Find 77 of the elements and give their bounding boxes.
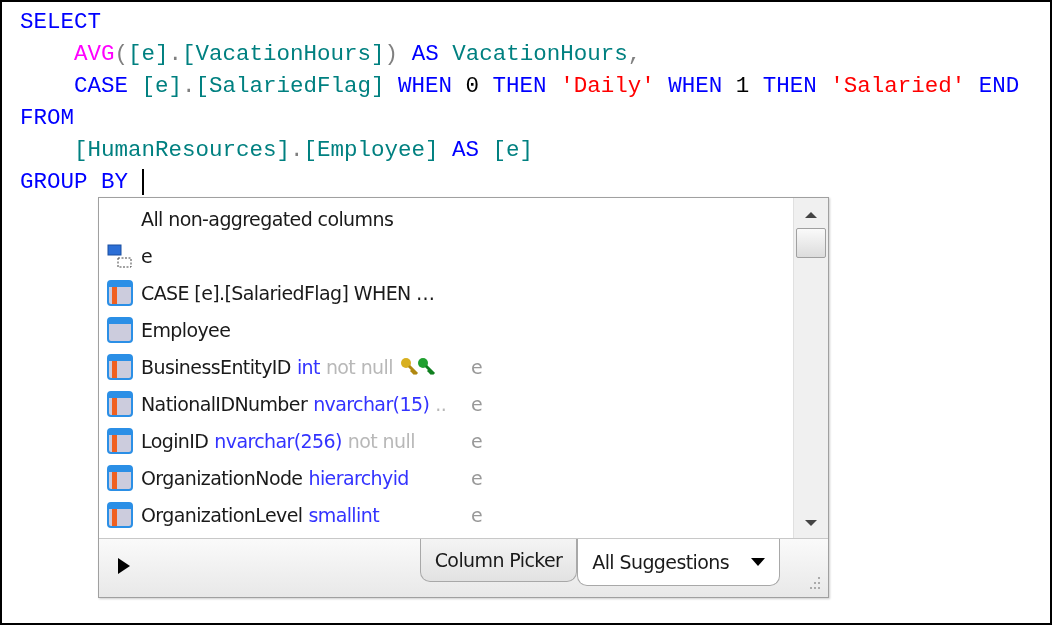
suggestion-tab[interactable]: Column Picker — [419, 539, 578, 582]
code-token: THEN — [761, 72, 818, 101]
suggestion-item[interactable]: BusinessEntityID int not null e — [99, 348, 793, 385]
data-type: nvarchar(256) — [214, 429, 342, 452]
data-type: nvarchar(15) — [313, 392, 430, 415]
suggestion-tab[interactable]: All Suggestions — [577, 539, 780, 586]
suggestion-item[interactable]: e — [99, 237, 793, 274]
code-token: 'Salaried' — [830, 72, 966, 101]
code-token: [e] — [128, 40, 169, 69]
scroll-down-icon[interactable] — [804, 518, 818, 528]
code-token: AVG — [74, 40, 115, 69]
suggestion-item[interactable]: Employee — [99, 311, 793, 348]
code-token: [SalariedFlag] — [195, 72, 385, 101]
code-token: . — [290, 136, 304, 165]
scrollbar[interactable] — [793, 198, 828, 538]
code-token: , — [627, 40, 642, 69]
code-token: . — [182, 72, 196, 101]
data-type: int — [296, 355, 320, 378]
code-token: ) — [384, 40, 399, 69]
code-token: WHEN — [397, 72, 454, 101]
code-token: 0 — [465, 72, 480, 101]
scroll-up-icon[interactable] — [804, 210, 818, 220]
source-alias: e — [471, 355, 483, 378]
column-icon — [107, 390, 133, 417]
code-token: [HumanResources] — [74, 136, 291, 165]
code-token: GROUP BY — [20, 168, 130, 197]
code-token: ( — [114, 40, 129, 69]
suggestion-item[interactable]: LoginID nvarchar(256) not null e — [99, 422, 793, 459]
code-token: AS — [451, 136, 481, 165]
nullability: not null — [347, 429, 415, 452]
play-icon[interactable] — [117, 557, 131, 575]
code-token: [Employee] — [303, 136, 439, 165]
code-token: [VacationHours] — [182, 40, 385, 69]
suggestion-item[interactable]: All non-aggregated columns — [99, 200, 793, 237]
data-type: hierarchyid — [308, 466, 409, 489]
code-token: END — [977, 72, 1020, 101]
suggestion-item[interactable]: NationalIDNumber nvarchar(15) .. e — [99, 385, 793, 422]
text-cursor — [141, 169, 144, 195]
item-name: LoginID — [141, 429, 209, 452]
scroll-thumb[interactable] — [796, 228, 826, 258]
item-name: NationalIDNumber — [141, 392, 308, 415]
code-token: THEN — [491, 72, 548, 101]
code-token: FROM — [20, 104, 74, 133]
code-token: 1 — [735, 72, 750, 101]
code-token: AS — [410, 40, 440, 69]
source-alias: e — [471, 466, 483, 489]
column-icon — [107, 464, 133, 491]
code-token: [e] — [141, 72, 183, 101]
source-alias: e — [471, 503, 483, 526]
column-icon — [107, 279, 133, 306]
item-name: BusinessEntityID — [141, 355, 291, 378]
code-token: . — [168, 40, 183, 69]
table-icon — [107, 316, 133, 343]
source-alias: e — [471, 429, 483, 452]
code-token: CASE — [74, 72, 129, 101]
item-name: e — [141, 244, 153, 267]
item-name: CASE [e].[SalariedFlag] WHEN … — [141, 281, 435, 304]
code-token: 'Daily' — [560, 72, 655, 101]
suggestion-item[interactable]: OrganizationNode hierarchyid e — [99, 459, 793, 496]
data-type: smallint — [308, 503, 379, 526]
code-token: VacationHours — [452, 40, 628, 69]
source-alias: e — [471, 392, 483, 415]
code-token: WHEN — [667, 72, 724, 101]
column-icon — [107, 501, 133, 528]
item-name: Employee — [141, 318, 231, 341]
column-icon — [107, 427, 133, 454]
nullability: not null — [325, 355, 393, 378]
item-name: OrganizationNode — [141, 466, 303, 489]
code-token: [e] — [492, 136, 534, 165]
code-token: SELECT — [20, 8, 101, 37]
item-name: OrganizationLevel — [141, 503, 303, 526]
suggestion-item[interactable]: OrganizationLevel smallint e — [99, 496, 793, 533]
column-icon — [107, 353, 133, 380]
alias-icon — [107, 242, 133, 269]
item-name: All non-aggregated columns — [141, 207, 394, 230]
nullability: .. — [435, 392, 447, 415]
suggestion-item[interactable]: CASE [e].[SalariedFlag] WHEN … — [99, 274, 793, 311]
